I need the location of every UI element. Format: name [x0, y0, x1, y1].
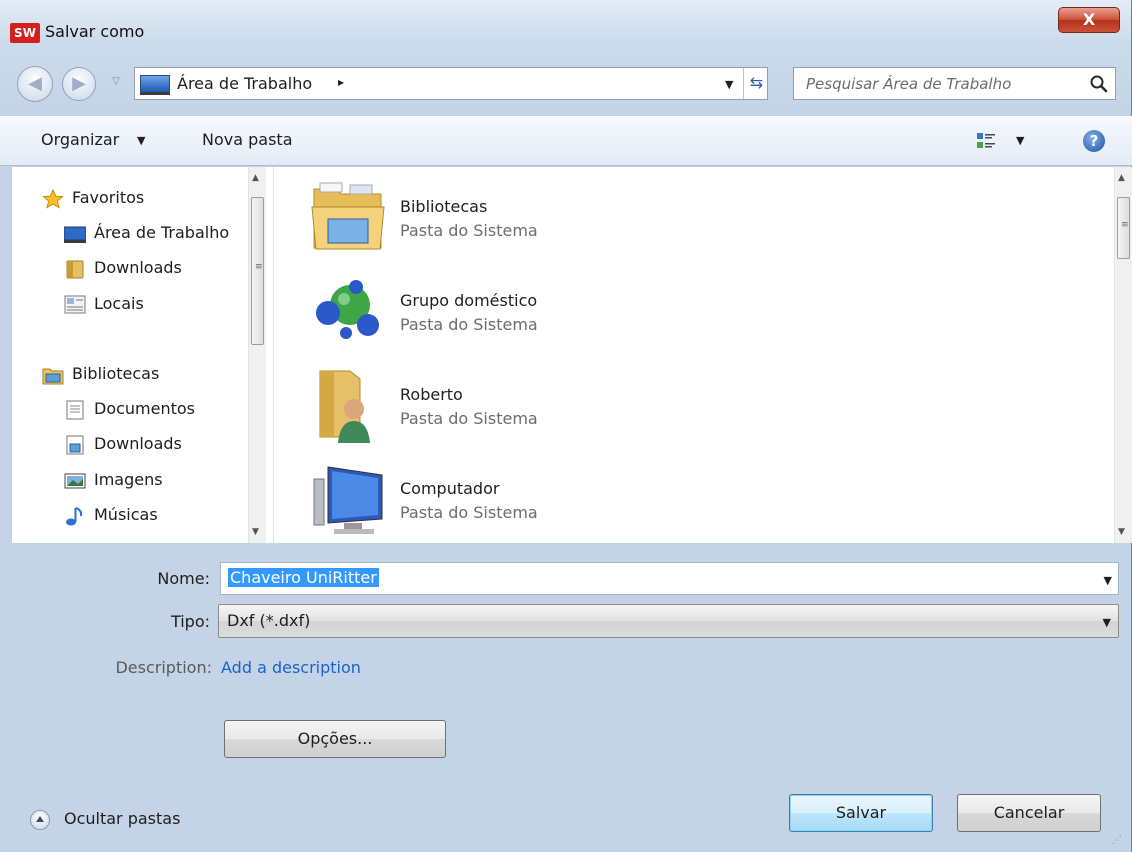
command-toolbar: Organizar ▼ Nova pasta ▼ ?: [0, 116, 1132, 166]
forward-button[interactable]: ▶: [62, 67, 96, 101]
search-icon[interactable]: [1089, 74, 1109, 94]
list-item-computer[interactable]: Computador Pasta do Sistema: [310, 461, 810, 543]
desktop-icon: [140, 75, 170, 95]
music-icon: [66, 507, 83, 526]
user-folder-icon: [319, 370, 370, 443]
organize-dropdown-arrow-icon[interactable]: ▼: [137, 134, 145, 147]
recent-locations-dropdown[interactable]: ▽: [112, 76, 130, 92]
grip-icon: ≡: [1121, 220, 1129, 230]
hide-folders-label: Ocultar pastas: [64, 809, 181, 828]
options-button[interactable]: Opções...: [224, 720, 446, 758]
star-icon: [42, 189, 64, 209]
pictures-icon: [64, 473, 86, 489]
cancel-button[interactable]: Cancelar: [957, 794, 1101, 832]
address-location[interactable]: Área de Trabalho: [177, 74, 312, 93]
description-label: Description:: [115, 658, 212, 677]
navigation-pane-scrollbar[interactable]: ▲ ≡ ▼: [248, 167, 266, 543]
address-bar[interactable]: Área de Trabalho ▸ ▼ ⇆: [134, 67, 768, 100]
search-placeholder: Pesquisar Área de Trabalho: [806, 75, 1012, 93]
downloads-folder-icon: [66, 260, 84, 279]
scroll-up-arrow-icon[interactable]: ▲: [1118, 173, 1125, 183]
scroll-up-arrow-icon[interactable]: ▲: [252, 173, 259, 183]
refresh-icon: ⇆: [749, 73, 764, 92]
list-item-libraries[interactable]: Bibliotecas Pasta do Sistema: [310, 179, 810, 263]
downloads-library-icon: [66, 435, 84, 455]
libraries-folder-icon: [311, 182, 385, 250]
file-type-value: Dxf (*.dxf): [227, 611, 311, 630]
browser-pane: Favoritos Área de Trabalho Downloads Loc…: [12, 167, 1132, 543]
back-arrow-icon: ◀: [28, 73, 42, 94]
documents-icon: [66, 400, 84, 420]
close-button[interactable]: X: [1058, 7, 1120, 33]
organize-menu-button[interactable]: Organizar: [41, 130, 119, 149]
file-name: Grupo doméstico: [400, 291, 538, 310]
name-label: Nome:: [157, 569, 210, 588]
grip-icon: ≡: [255, 262, 263, 272]
save-button[interactable]: Salvar: [789, 794, 933, 832]
filename-value[interactable]: Chaveiro UniRitter: [228, 568, 379, 587]
resize-grip-icon[interactable]: ⋰: [1112, 835, 1126, 849]
save-as-dialog: SW Salvar como X ◀ ▶ ▽ Área de Trabalho …: [0, 0, 1132, 852]
file-type: Pasta do Sistema: [400, 221, 538, 240]
collapse-arrow-icon: [30, 810, 50, 830]
change-view-icon[interactable]: [976, 132, 996, 150]
file-name: Computador: [400, 479, 500, 498]
file-list-scrollbar[interactable]: ▲ ≡ ▼: [1114, 167, 1132, 543]
filename-input[interactable]: Chaveiro UniRitter ▼: [220, 562, 1119, 595]
forward-arrow-icon: ▶: [72, 73, 86, 94]
desktop-icon: [64, 226, 86, 243]
title-bar: SW Salvar como X: [0, 0, 1132, 56]
recent-places-icon: [64, 295, 86, 314]
add-description-link[interactable]: Add a description: [221, 658, 361, 677]
type-label: Tipo:: [170, 612, 210, 631]
homegroup-icon: [316, 280, 379, 339]
libraries-icon: [42, 368, 64, 385]
list-item-homegroup[interactable]: Grupo doméstico Pasta do Sistema: [310, 273, 810, 357]
scroll-down-arrow-icon[interactable]: ▼: [1118, 527, 1125, 537]
file-type-dropdown-arrow-icon[interactable]: ▼: [1103, 616, 1111, 629]
scrollbar-thumb[interactable]: ≡: [1117, 197, 1130, 259]
file-type: Pasta do Sistema: [400, 503, 538, 522]
refresh-button[interactable]: ⇆: [743, 68, 769, 99]
list-item-user-folder[interactable]: Roberto Pasta do Sistema: [310, 367, 810, 451]
file-type: Pasta do Sistema: [400, 315, 538, 334]
scroll-down-arrow-icon[interactable]: ▼: [252, 527, 259, 537]
chevron-down-icon: ▽: [112, 76, 120, 87]
breadcrumb-chevron-icon[interactable]: ▸: [338, 75, 344, 89]
hide-folders-toggle[interactable]: Ocultar pastas: [30, 808, 210, 832]
file-list: Bibliotecas Pasta do Sistema Grupo domés…: [280, 167, 1114, 543]
view-dropdown-arrow-icon[interactable]: ▼: [1016, 134, 1024, 147]
file-name: Bibliotecas: [400, 197, 488, 216]
back-button[interactable]: ◀: [17, 66, 53, 102]
filename-dropdown-arrow-icon[interactable]: ▼: [1104, 574, 1112, 587]
window-title: Salvar como: [45, 22, 145, 41]
file-name: Roberto: [400, 385, 463, 404]
file-type: Pasta do Sistema: [400, 409, 538, 428]
new-folder-button[interactable]: Nova pasta: [202, 130, 293, 149]
file-type-select[interactable]: Dxf (*.dxf) ▼: [218, 604, 1119, 638]
solidworks-app-icon: SW: [10, 23, 40, 43]
navigation-pane: Favoritos Área de Trabalho Downloads Loc…: [12, 167, 274, 543]
help-icon[interactable]: ?: [1083, 130, 1105, 152]
search-input[interactable]: Pesquisar Área de Trabalho: [793, 67, 1116, 100]
scrollbar-thumb[interactable]: ≡: [251, 197, 264, 345]
address-dropdown-arrow-icon[interactable]: ▼: [725, 78, 733, 91]
computer-icon: [313, 466, 383, 534]
